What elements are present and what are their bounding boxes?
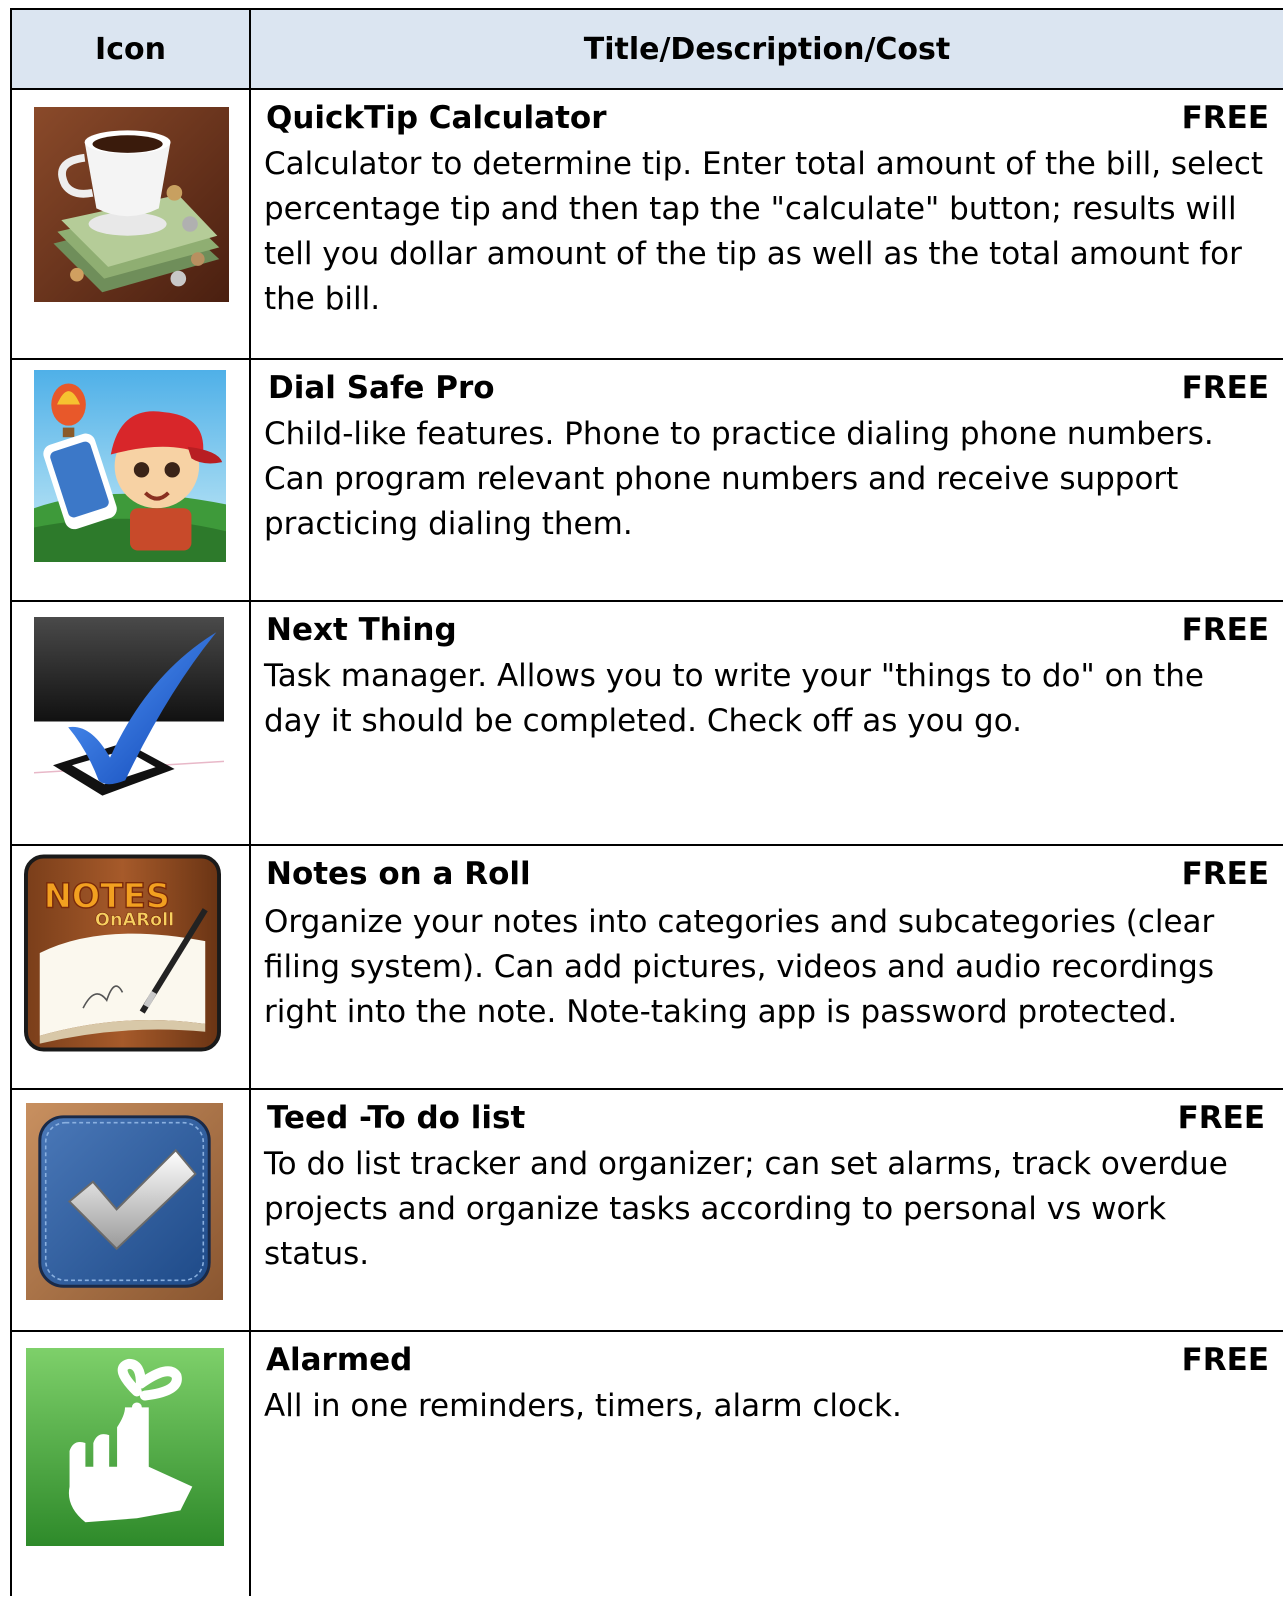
- table-row: NOTES OnARoll Notes on a Roll FREE Organ…: [12, 846, 1283, 1088]
- apps-table: Icon Title/Description/Cost QuickTip Cal…: [10, 8, 1283, 1596]
- blue-checkmark-icon: [34, 617, 224, 807]
- denim-checkmark-icon: [26, 1103, 223, 1300]
- icon-title-onaroll: OnARoll: [95, 910, 174, 930]
- finger-ribbon-icon: [26, 1348, 224, 1546]
- app-cost: FREE: [1181, 370, 1269, 406]
- app-title: Dial Safe Pro: [268, 370, 495, 406]
- header-icon-column: Icon: [95, 31, 166, 67]
- child-phone-icon: [34, 370, 226, 562]
- app-title: Alarmed: [266, 1342, 413, 1378]
- app-cost: FREE: [1181, 856, 1269, 892]
- app-cost: FREE: [1177, 1100, 1265, 1136]
- app-cost: FREE: [1181, 1342, 1269, 1378]
- app-description: Child-like features. Phone to practice d…: [264, 416, 1214, 542]
- app-description: Organize your notes into categories and …: [264, 904, 1215, 1030]
- app-description: All in one reminders, timers, alarm cloc…: [264, 1388, 902, 1424]
- app-title: Next Thing: [266, 612, 457, 648]
- app-title: QuickTip Calculator: [266, 100, 607, 136]
- app-description: Task manager. Allows you to write your "…: [264, 658, 1204, 739]
- table-row: Dial Safe Pro FREE Child-like features. …: [12, 360, 1283, 600]
- table-row: QuickTip Calculator FREE Calculator to d…: [12, 90, 1283, 358]
- app-description: To do list tracker and organizer; can se…: [264, 1146, 1228, 1272]
- app-title: Teed -To do list: [267, 1100, 526, 1136]
- app-description: Calculator to determine tip. Enter total…: [264, 146, 1264, 317]
- notes-pen-icon: NOTES OnARoll: [24, 854, 221, 1052]
- app-cost: FREE: [1181, 100, 1269, 136]
- header-title-column: Title/Description/Cost: [583, 31, 951, 67]
- coffee-cup-money-icon: [34, 107, 229, 302]
- table-row: Next Thing FREE Task manager. Allows you…: [12, 602, 1283, 844]
- app-cost: FREE: [1181, 612, 1269, 648]
- table-row: Alarmed FREE All in one reminders, timer…: [12, 1332, 1283, 1598]
- table-header: Icon Title/Description/Cost: [12, 10, 1283, 88]
- table-row: Teed -To do list FREE To do list tracker…: [12, 1090, 1283, 1330]
- app-title: Notes on a Roll: [266, 856, 531, 892]
